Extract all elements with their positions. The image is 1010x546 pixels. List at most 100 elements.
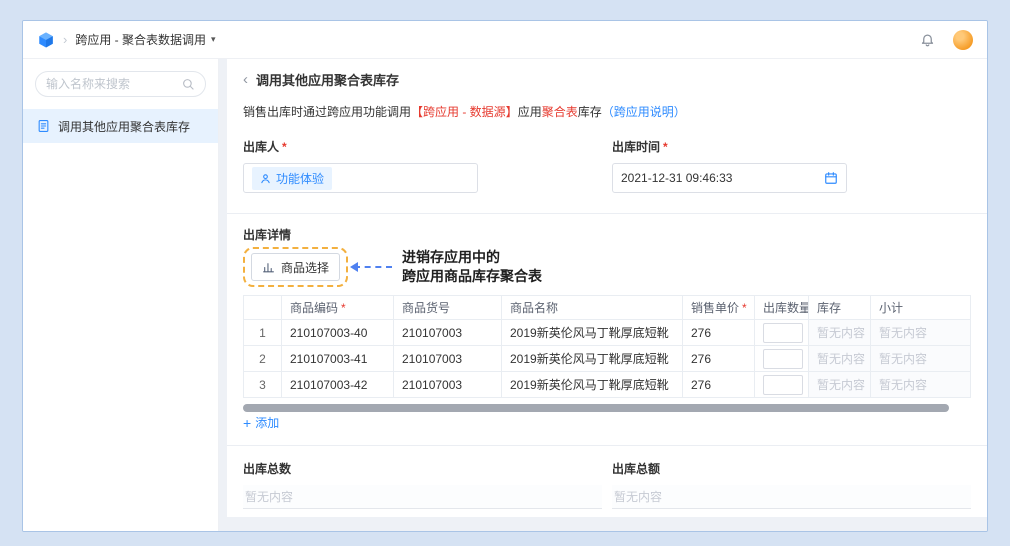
back-chevron-icon[interactable]: ‹ bbox=[243, 72, 248, 87]
issuer-label-text: 出库人 bbox=[243, 140, 279, 154]
time-input[interactable]: 2021-12-31 09:46:33 bbox=[612, 163, 847, 193]
cell-code: 210107003-40 bbox=[282, 320, 394, 346]
total-count-value: 暂无内容 bbox=[243, 485, 602, 509]
row-index: 3 bbox=[244, 372, 282, 398]
notifications-button[interactable] bbox=[920, 32, 935, 47]
desc-text-1: 销售出库时通过跨应用功能调用 bbox=[243, 105, 411, 119]
col-header-price: 销售单价* bbox=[683, 296, 755, 320]
qty-input[interactable] bbox=[763, 323, 803, 343]
totals-section: 出库总数 暂无内容 出库总额 暂无内容 bbox=[243, 460, 971, 509]
desc-highlight-2: 聚合表 bbox=[542, 105, 578, 119]
required-mark: * bbox=[341, 301, 346, 315]
sidebar-item-label: 调用其他应用聚合表库存 bbox=[58, 118, 190, 135]
annotation-row: 商品选择 进销存应用中的 跨应用商品库存聚合表 bbox=[243, 247, 971, 287]
annotation-highlight-box: 商品选择 bbox=[243, 247, 348, 287]
annotation-arrow bbox=[354, 266, 392, 268]
issuer-tag-label: 功能体验 bbox=[276, 170, 324, 187]
total-count-label: 出库总数 bbox=[243, 460, 602, 477]
desc-text-2: 应用 bbox=[518, 105, 542, 119]
sidebar-item-form[interactable]: 调用其他应用聚合表库存 bbox=[23, 109, 218, 143]
user-icon bbox=[260, 173, 271, 184]
cell-price: 276 bbox=[683, 320, 755, 346]
breadcrumb-label: 跨应用 - 聚合表数据调用 bbox=[75, 31, 206, 48]
bell-icon bbox=[920, 32, 935, 47]
cross-app-doc-link[interactable]: （跨应用说明） bbox=[602, 105, 686, 119]
avatar[interactable] bbox=[953, 30, 973, 50]
cell-stock: 暂无内容 bbox=[809, 320, 871, 346]
issuer-input[interactable]: 功能体验 bbox=[243, 163, 478, 193]
required-mark: * bbox=[742, 301, 747, 315]
scrollbar-thumb[interactable] bbox=[243, 404, 949, 412]
total-amount-label: 出库总额 bbox=[612, 460, 971, 477]
required-mark: * bbox=[663, 140, 668, 154]
cell-stock: 暂无内容 bbox=[809, 372, 871, 398]
time-label: 出库时间* bbox=[612, 138, 971, 155]
issuer-field: 出库人* 功能体验 bbox=[243, 138, 602, 193]
search-icon bbox=[182, 78, 195, 91]
total-count-field: 出库总数 暂无内容 bbox=[243, 460, 602, 509]
cell-qty bbox=[755, 320, 809, 346]
issuer-tag[interactable]: 功能体验 bbox=[252, 167, 332, 190]
col-header-subtotal: 小计 bbox=[871, 296, 971, 320]
cell-name: 2019新英伦风马丁靴厚底短靴 bbox=[502, 320, 683, 346]
cell-sku: 210107003 bbox=[394, 320, 502, 346]
app-window: › 跨应用 - 聚合表数据调用 ▾ 调用其他 bbox=[22, 20, 988, 532]
cell-stock: 暂无内容 bbox=[809, 346, 871, 372]
add-row-label: 添加 bbox=[255, 414, 279, 431]
row-index: 2 bbox=[244, 346, 282, 372]
cell-subtotal: 暂无内容 bbox=[871, 320, 971, 346]
annotation-line-2: 跨应用商品库存聚合表 bbox=[402, 267, 542, 286]
col-qty-text: 出库数量 bbox=[763, 301, 809, 315]
col-header-stock: 库存 bbox=[809, 296, 871, 320]
cell-sku: 210107003 bbox=[394, 372, 502, 398]
chevron-right-icon: › bbox=[63, 32, 67, 47]
cell-price: 276 bbox=[683, 346, 755, 372]
topbar: › 跨应用 - 聚合表数据调用 ▾ bbox=[23, 21, 987, 59]
cell-subtotal: 暂无内容 bbox=[871, 372, 971, 398]
product-select-label: 商品选择 bbox=[281, 259, 329, 276]
desc-highlight-1: 【跨应用 - 数据源】 bbox=[411, 105, 518, 119]
breadcrumb[interactable]: 跨应用 - 聚合表数据调用 ▾ bbox=[75, 31, 215, 48]
cell-name: 2019新英伦风马丁靴厚底短靴 bbox=[502, 372, 683, 398]
add-row-button[interactable]: + 添加 bbox=[243, 414, 279, 431]
col-header-code: 商品编码* bbox=[282, 296, 394, 320]
app-logo-icon bbox=[37, 31, 55, 49]
cell-code: 210107003-41 bbox=[282, 346, 394, 372]
col-header-name: 商品名称 bbox=[502, 296, 683, 320]
table-row: 3 210107003-42 210107003 2019新英伦风马丁靴厚底短靴… bbox=[244, 372, 971, 398]
desc-text-3: 库存 bbox=[578, 105, 602, 119]
caret-down-icon: ▾ bbox=[211, 34, 216, 45]
divider bbox=[227, 213, 987, 214]
issuer-label: 出库人* bbox=[243, 138, 602, 155]
col-header-sku: 商品货号 bbox=[394, 296, 502, 320]
detail-table: 商品编码* 商品货号 商品名称 销售单价* 出库数量* 库存 小计 1 2101 bbox=[243, 295, 971, 398]
product-select-button[interactable]: 商品选择 bbox=[251, 253, 340, 281]
page-title: 调用其他应用聚合表库存 bbox=[256, 70, 399, 89]
calendar-icon[interactable] bbox=[824, 171, 838, 185]
document-icon bbox=[37, 119, 50, 133]
cell-name: 2019新英伦风马丁靴厚底短靴 bbox=[502, 346, 683, 372]
table-row: 2 210107003-41 210107003 2019新英伦风马丁靴厚底短靴… bbox=[244, 346, 971, 372]
time-label-text: 出库时间 bbox=[612, 140, 660, 154]
form-card: ‹ 调用其他应用聚合表库存 销售出库时通过跨应用功能调用【跨应用 - 数据源】应… bbox=[227, 59, 987, 517]
time-value: 2021-12-31 09:46:33 bbox=[621, 171, 824, 185]
search-input[interactable] bbox=[46, 77, 176, 91]
cell-qty bbox=[755, 346, 809, 372]
cell-price: 276 bbox=[683, 372, 755, 398]
detail-section-label: 出库详情 bbox=[243, 226, 971, 243]
col-code-text: 商品编码 bbox=[290, 301, 338, 315]
col-header-qty: 出库数量* bbox=[755, 296, 809, 320]
cell-sku: 210107003 bbox=[394, 346, 502, 372]
annotation-text: 进销存应用中的 跨应用商品库存聚合表 bbox=[402, 248, 542, 286]
qty-input[interactable] bbox=[763, 375, 803, 395]
divider bbox=[227, 445, 987, 446]
form-description: 销售出库时通过跨应用功能调用【跨应用 - 数据源】应用聚合表库存（跨应用说明） bbox=[243, 103, 971, 122]
row-index: 1 bbox=[244, 320, 282, 346]
qty-input[interactable] bbox=[763, 349, 803, 369]
bar-chart-icon bbox=[262, 261, 275, 274]
total-amount-field: 出库总额 暂无内容 bbox=[612, 460, 971, 509]
plus-icon: + bbox=[243, 416, 251, 430]
col-header-index bbox=[244, 296, 282, 320]
sidebar-search[interactable] bbox=[35, 71, 206, 97]
sidebar: 调用其他应用聚合表库存 bbox=[23, 59, 219, 531]
